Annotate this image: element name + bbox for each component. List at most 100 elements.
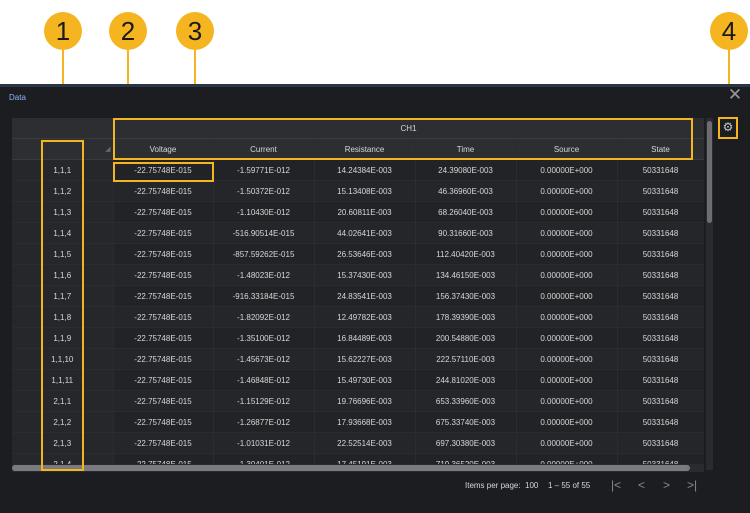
prev-page-button[interactable]: < bbox=[638, 478, 645, 492]
table-cell-voltage[interactable]: -22.75748E-015 bbox=[113, 411, 214, 433]
table-row[interactable]: 1,1,5 -22.75748E-015 -857.59262E-015 26.536… bbox=[12, 243, 704, 265]
table-cell-current[interactable]: -1.45673E-012 bbox=[213, 348, 315, 370]
table-cell-time[interactable]: 46.36960E-003 bbox=[415, 180, 517, 202]
table-cell-voltage[interactable]: -22.75748E-015 bbox=[113, 201, 214, 223]
table-cell-voltage[interactable]: -22.75748E-015 bbox=[113, 180, 214, 202]
table-cell-source[interactable]: 0.00000E+000 bbox=[516, 348, 618, 370]
table-cell-time[interactable]: 222.57110E-003 bbox=[415, 348, 517, 370]
table-cell-state[interactable]: 50331648 bbox=[617, 180, 704, 202]
table-row[interactable]: 1,1,9 -22.75748E-015 -1.35100E-012 16.84489… bbox=[12, 327, 704, 349]
table-row[interactable]: 1,1,4 -22.75748E-015 -516.90514E-015 44.026… bbox=[12, 222, 704, 244]
table-cell-voltage[interactable]: -22.75748E-015 bbox=[113, 390, 214, 412]
table-cell-state[interactable]: 50331648 bbox=[617, 327, 704, 349]
table-cell-resistance[interactable]: 26.53646E-003 bbox=[314, 243, 416, 265]
table-cell-source[interactable]: 0.00000E+000 bbox=[516, 159, 618, 181]
table-cell-current[interactable]: -1.46848E-012 bbox=[213, 369, 315, 391]
horizontal-scrollbar[interactable] bbox=[12, 464, 704, 472]
table-cell-voltage[interactable]: -22.75748E-015 bbox=[113, 432, 214, 454]
table-cell-voltage[interactable]: -22.75748E-015 bbox=[113, 264, 214, 286]
table-cell-state[interactable]: 50331648 bbox=[617, 432, 704, 454]
table-cell-source[interactable]: 0.00000E+000 bbox=[516, 390, 618, 412]
table-cell-source[interactable]: 0.00000E+000 bbox=[516, 243, 618, 265]
table-cell-resistance[interactable]: 15.37430E-003 bbox=[314, 264, 416, 286]
table-cell-time[interactable]: 68.26040E-003 bbox=[415, 201, 517, 223]
table-cell-state[interactable]: 50331648 bbox=[617, 285, 704, 307]
table-cell-resistance[interactable]: 12.49782E-003 bbox=[314, 306, 416, 328]
table-cell-current[interactable]: -916.33184E-015 bbox=[213, 285, 315, 307]
table-cell-resistance[interactable]: 22.52514E-003 bbox=[314, 432, 416, 454]
table-cell-state[interactable]: 50331648 bbox=[617, 243, 704, 265]
table-cell-voltage[interactable]: -22.75748E-015 bbox=[113, 306, 214, 328]
table-cell-source[interactable]: 0.00000E+000 bbox=[516, 432, 618, 454]
table-cell-current[interactable]: -1.82092E-012 bbox=[213, 306, 315, 328]
table-cell-time[interactable]: 178.39390E-003 bbox=[415, 306, 517, 328]
table-row[interactable]: 1,1,7 -22.75748E-015 -916.33184E-015 24.835… bbox=[12, 285, 704, 307]
table-cell-state[interactable]: 50331648 bbox=[617, 159, 704, 181]
table-cell-current[interactable]: -1.59771E-012 bbox=[213, 159, 315, 181]
table-cell-current[interactable]: -857.59262E-015 bbox=[213, 243, 315, 265]
table-cell-resistance[interactable]: 20.60811E-003 bbox=[314, 201, 416, 223]
table-cell-resistance[interactable]: 17.93668E-003 bbox=[314, 411, 416, 433]
table-cell-current[interactable]: -1.01031E-012 bbox=[213, 432, 315, 454]
table-cell-state[interactable]: 50331648 bbox=[617, 390, 704, 412]
table-cell-state[interactable]: 50331648 bbox=[617, 264, 704, 286]
table-cell-current[interactable]: -1.50372E-012 bbox=[213, 180, 315, 202]
table-cell-source[interactable]: 0.00000E+000 bbox=[516, 327, 618, 349]
table-cell-state[interactable]: 50331648 bbox=[617, 369, 704, 391]
table-cell-voltage[interactable]: -22.75748E-015 bbox=[113, 243, 214, 265]
table-cell-voltage[interactable]: -22.75748E-015 bbox=[113, 222, 214, 244]
table-cell-time[interactable]: 244.81020E-003 bbox=[415, 369, 517, 391]
table-cell-resistance[interactable]: 24.83541E-003 bbox=[314, 285, 416, 307]
table-cell-state[interactable]: 50331648 bbox=[617, 411, 704, 433]
table-cell-state[interactable]: 50331648 bbox=[617, 306, 704, 328]
table-cell-state[interactable]: 50331648 bbox=[617, 348, 704, 370]
table-row[interactable]: 1,1,11 -22.75748E-015 -1.46848E-012 15.4973… bbox=[12, 369, 704, 391]
vertical-scrollbar[interactable] bbox=[706, 118, 713, 470]
table-cell-resistance[interactable]: 19.76696E-003 bbox=[314, 390, 416, 412]
table-cell-current[interactable]: -1.26877E-012 bbox=[213, 411, 315, 433]
table-cell-source[interactable]: 0.00000E+000 bbox=[516, 222, 618, 244]
table-row[interactable]: 2,1,2 -22.75748E-015 -1.26877E-012 17.93668… bbox=[12, 411, 704, 433]
table-cell-source[interactable]: 0.00000E+000 bbox=[516, 264, 618, 286]
table-cell-current[interactable]: -516.90514E-015 bbox=[213, 222, 315, 244]
table-cell-source[interactable]: 0.00000E+000 bbox=[516, 411, 618, 433]
table-row[interactable]: 1,1,2 -22.75748E-015 -1.50372E-012 15.13408… bbox=[12, 180, 704, 202]
table-cell-resistance[interactable]: 15.49730E-003 bbox=[314, 369, 416, 391]
table-cell-time[interactable]: 156.37430E-003 bbox=[415, 285, 517, 307]
table-row[interactable]: 1,1,6 -22.75748E-015 -1.48023E-012 15.37430… bbox=[12, 264, 704, 286]
table-cell-time[interactable]: 200.54880E-003 bbox=[415, 327, 517, 349]
table-cell-voltage[interactable]: -22.75748E-015 bbox=[113, 285, 214, 307]
items-per-page-select[interactable]: 100 bbox=[525, 481, 538, 490]
close-icon[interactable]: ✕ bbox=[726, 86, 744, 104]
table-cell-current[interactable]: -1.10430E-012 bbox=[213, 201, 315, 223]
table-cell-source[interactable]: 0.00000E+000 bbox=[516, 369, 618, 391]
table-cell-time[interactable]: 653.33960E-003 bbox=[415, 390, 517, 412]
table-cell-time[interactable]: 134.46150E-003 bbox=[415, 264, 517, 286]
horizontal-scroll-thumb[interactable] bbox=[12, 465, 690, 471]
table-cell-time[interactable]: 675.33740E-003 bbox=[415, 411, 517, 433]
table-cell-resistance[interactable]: 15.13408E-003 bbox=[314, 180, 416, 202]
table-cell-time[interactable]: 24.39080E-003 bbox=[415, 159, 517, 181]
table-cell-state[interactable]: 50331648 bbox=[617, 201, 704, 223]
table-row[interactable]: 1,1,3 -22.75748E-015 -1.10430E-012 20.60811… bbox=[12, 201, 704, 223]
table-row[interactable]: 1,1,10 -22.75748E-015 -1.45673E-012 15.6222… bbox=[12, 348, 704, 370]
table-cell-current[interactable]: -1.15129E-012 bbox=[213, 390, 315, 412]
table-cell-source[interactable]: 0.00000E+000 bbox=[516, 201, 618, 223]
table-cell-time[interactable]: 90.31660E-003 bbox=[415, 222, 517, 244]
table-cell-voltage[interactable]: -22.75748E-015 bbox=[113, 369, 214, 391]
table-cell-current[interactable]: -1.48023E-012 bbox=[213, 264, 315, 286]
table-cell-state[interactable]: 50331648 bbox=[617, 222, 704, 244]
table-cell-source[interactable]: 0.00000E+000 bbox=[516, 180, 618, 202]
next-page-button[interactable]: > bbox=[663, 478, 670, 492]
table-cell-time[interactable]: 112.40420E-003 bbox=[415, 243, 517, 265]
table-cell-resistance[interactable]: 16.84489E-003 bbox=[314, 327, 416, 349]
vertical-scroll-thumb[interactable] bbox=[707, 121, 712, 223]
table-cell-source[interactable]: 0.00000E+000 bbox=[516, 306, 618, 328]
table-cell-current[interactable]: -1.35100E-012 bbox=[213, 327, 315, 349]
table-cell-voltage[interactable]: -22.75748E-015 bbox=[113, 327, 214, 349]
table-row[interactable]: 1,1,8 -22.75748E-015 -1.82092E-012 12.49782… bbox=[12, 306, 704, 328]
table-row[interactable]: 2,1,1 -22.75748E-015 -1.15129E-012 19.76696… bbox=[12, 390, 704, 412]
table-cell-resistance[interactable]: 14.24384E-003 bbox=[314, 159, 416, 181]
table-row[interactable]: 2,1,3 -22.75748E-015 -1.01031E-012 22.52514… bbox=[12, 432, 704, 454]
table-cell-resistance[interactable]: 15.62227E-003 bbox=[314, 348, 416, 370]
